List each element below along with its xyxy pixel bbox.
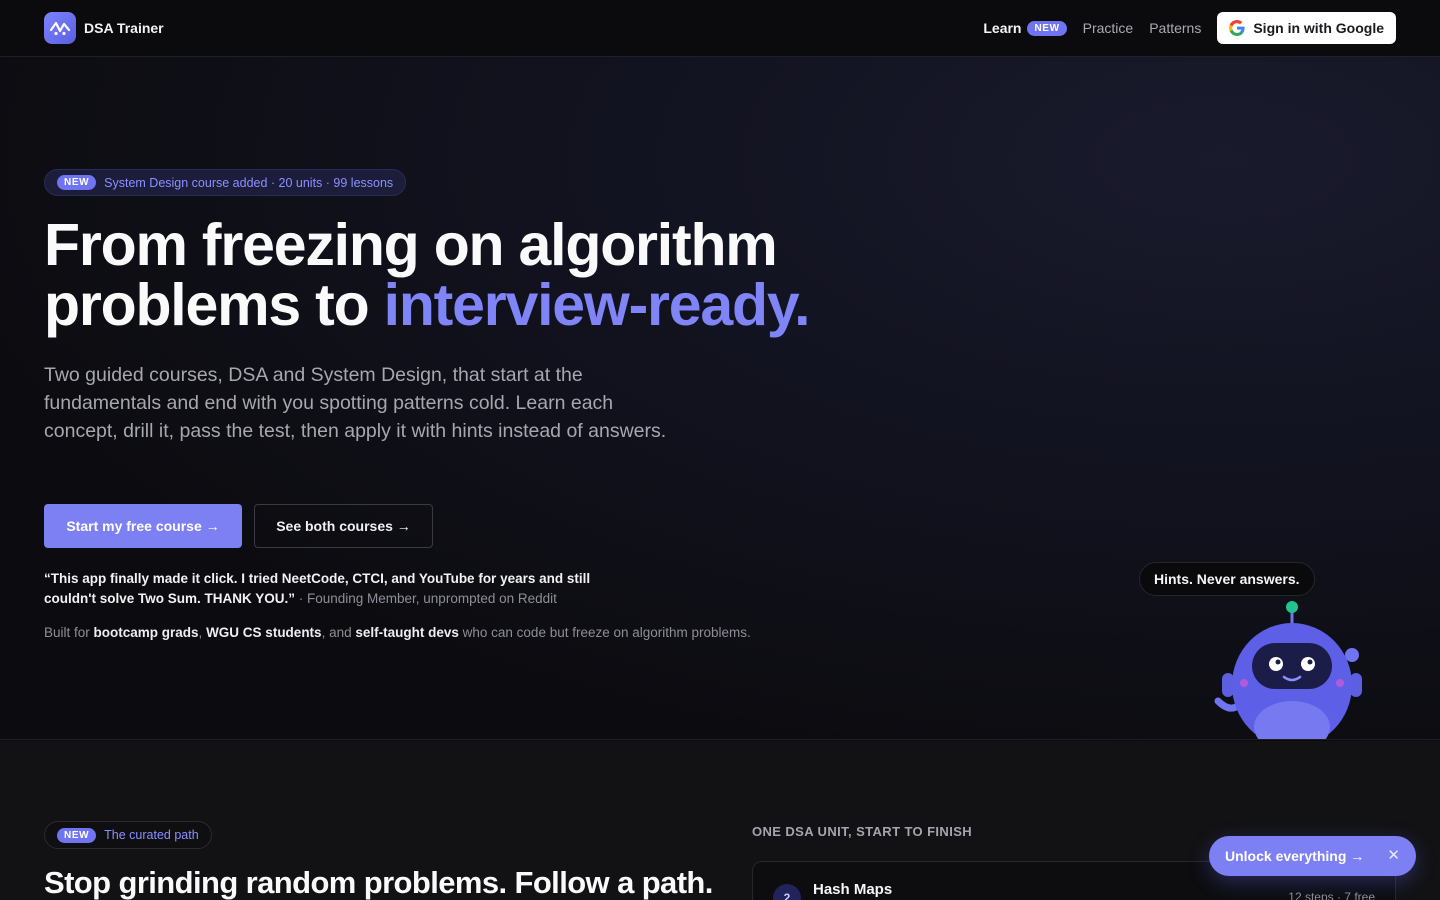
nav-links: Learn NEW Practice Patterns Sign in with… xyxy=(983,12,1396,44)
unlock-everything-button[interactable]: Unlock everything → ✕ xyxy=(1209,836,1416,876)
nav-learn-label: Learn xyxy=(983,20,1022,36)
nav-patterns[interactable]: Patterns xyxy=(1149,20,1201,36)
audience-item: self-taught devs xyxy=(355,625,459,640)
audience-prefix: Built for xyxy=(44,625,94,640)
unlock-label: Unlock everything → xyxy=(1225,848,1365,864)
hero-title-accent: interview-ready. xyxy=(383,272,811,338)
unit-name: Hash Maps xyxy=(813,881,893,898)
hero-section: NEW System Design course added · 20 unit… xyxy=(0,57,1440,740)
hero-title: From freezing on algorithm problems to i… xyxy=(44,215,944,335)
google-icon xyxy=(1229,20,1245,36)
brand[interactable]: DSA Trainer xyxy=(44,12,164,44)
testimonial-quote: “This app finally made it click. I tried… xyxy=(44,569,644,609)
quote-attribution: · Founding Member, unprompted on Reddit xyxy=(294,591,557,606)
audience-suffix: who can code but freeze on algorithm pro… xyxy=(458,625,751,640)
google-signin-button[interactable]: Sign in with Google xyxy=(1217,12,1396,44)
robot-speech-bubble: Hints. Never answers. xyxy=(1139,562,1315,596)
close-icon[interactable]: ✕ xyxy=(1387,846,1400,864)
brand-name: DSA Trainer xyxy=(84,20,164,36)
nav-practice[interactable]: Practice xyxy=(1083,20,1134,36)
unit-eyebrow: ONE DSA UNIT, START TO FINISH xyxy=(752,824,973,839)
announcement-pill[interactable]: NEW System Design course added · 20 unit… xyxy=(44,169,407,196)
audience-sep: , xyxy=(198,625,207,640)
announce-badge: NEW xyxy=(57,175,97,190)
robot-mascot-icon xyxy=(1214,601,1362,739)
hero-title-line1: From freezing on algorithm xyxy=(44,212,778,278)
unit-meta: 12 steps · 7 free xyxy=(1288,890,1375,900)
announce-text: System Design course added · 20 units · … xyxy=(104,175,394,190)
logo-icon xyxy=(44,12,76,44)
see-courses-button[interactable]: See both courses → xyxy=(254,504,433,548)
nav-learn[interactable]: Learn NEW xyxy=(983,20,1067,36)
hero-title-line2a: problems to xyxy=(44,272,384,338)
signin-label: Sign in with Google xyxy=(1253,20,1384,36)
new-badge: NEW xyxy=(1027,20,1067,36)
top-navbar: DSA Trainer Learn NEW Practice Patterns … xyxy=(0,0,1440,57)
curated-badge: NEW xyxy=(57,827,97,843)
start-free-course-button[interactable]: Start my free course → xyxy=(44,504,242,548)
curated-path-pill: NEW The curated path xyxy=(44,821,212,849)
curated-text: The curated path xyxy=(104,828,199,842)
curated-path-section: NEW The curated path Stop grinding rando… xyxy=(0,741,1440,900)
audience-item: WGU CS students xyxy=(206,625,322,640)
unit-number: 2 xyxy=(773,884,801,900)
audience-sep: , and xyxy=(321,625,356,640)
hero-subtitle: Two guided courses, DSA and System Desig… xyxy=(44,364,667,442)
audience-item: bootcamp grads xyxy=(93,625,199,640)
section-title: Stop grinding random problems. Follow a … xyxy=(44,865,713,900)
audience-line: Built for bootcamp grads, WGU CS student… xyxy=(44,625,864,640)
